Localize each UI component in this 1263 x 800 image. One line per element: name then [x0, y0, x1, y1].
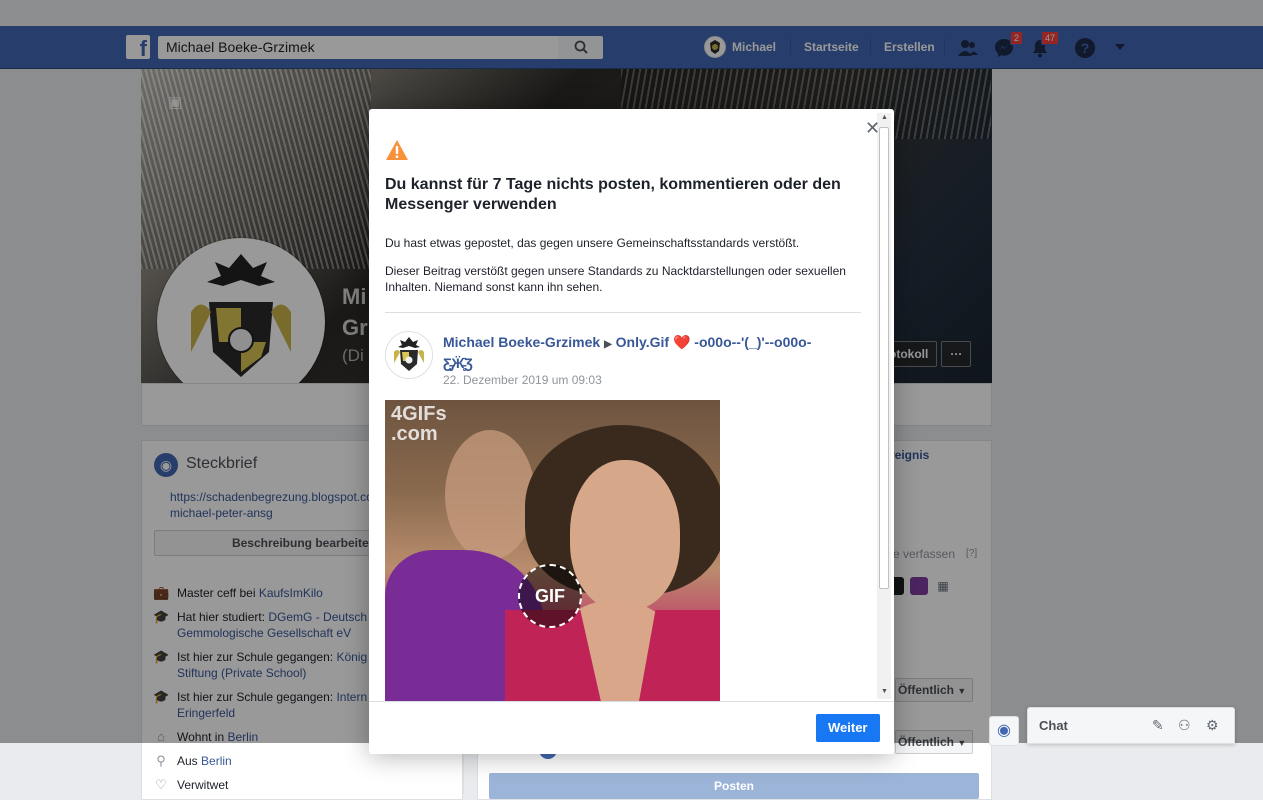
- hometown-link[interactable]: Berlin: [201, 754, 232, 768]
- dialog-message: Du hast etwas gepostet, das gegen unsere…: [385, 236, 800, 250]
- chat-globe-icon[interactable]: ◉: [989, 716, 1019, 746]
- scroll-down-arrow-icon[interactable]: ▼: [881, 688, 888, 695]
- continue-button[interactable]: Weiter: [816, 714, 880, 742]
- new-message-icon[interactable]: ✎: [1152, 717, 1164, 734]
- gear-icon[interactable]: ⚙: [1206, 717, 1219, 734]
- dialog-title: Du kannst für 7 Tage nichts posten, komm…: [385, 176, 841, 213]
- chat-label: Chat: [1039, 718, 1068, 733]
- close-icon[interactable]: ✕: [865, 119, 880, 137]
- dialog-footer: Weiter: [369, 701, 894, 754]
- location-pin-icon: ⚲: [156, 753, 166, 768]
- post-button[interactable]: Posten: [489, 773, 979, 799]
- restriction-dialog: ▲ ▼ ✕ Du kannst für 7 Tage nichts posten…: [369, 109, 894, 754]
- post-timestamp[interactable]: 22. Dezember 2019 um 09:03: [443, 373, 602, 387]
- chat-bar[interactable]: Chat ✎ ⚇ ⚙: [1027, 707, 1235, 744]
- post-author-avatar[interactable]: [385, 331, 433, 379]
- warning-icon: [386, 140, 408, 160]
- gif-play-button[interactable]: GIF: [518, 564, 582, 628]
- scroll-up-arrow-icon[interactable]: ▲: [881, 114, 888, 121]
- post-author-link[interactable]: Michael Boeke-Grzimek: [443, 334, 600, 350]
- post-gif-image[interactable]: 4GIFs .com GIF: [385, 400, 720, 705]
- dialog-explanation: Dieser Beitrag verstößt gegen unsere Sta…: [385, 264, 846, 294]
- post-header: Michael Boeke-Grzimek ▶ Only.Gif ❤️ -o00…: [443, 333, 858, 373]
- divider: [385, 312, 861, 313]
- heart-icon: ❤️: [672, 334, 691, 350]
- watermark: 4GIFs .com: [391, 403, 447, 445]
- heart-outline-icon: ♡: [155, 777, 167, 792]
- group-icon[interactable]: ⚇: [1178, 717, 1191, 734]
- intro-item-from: ⚲ Aus Berlin: [153, 753, 463, 769]
- intro-item-relationship: ♡ Verwitwet: [153, 777, 463, 793]
- play-arrow-icon: ▶: [604, 339, 612, 350]
- scrollbar-thumb[interactable]: [879, 127, 889, 589]
